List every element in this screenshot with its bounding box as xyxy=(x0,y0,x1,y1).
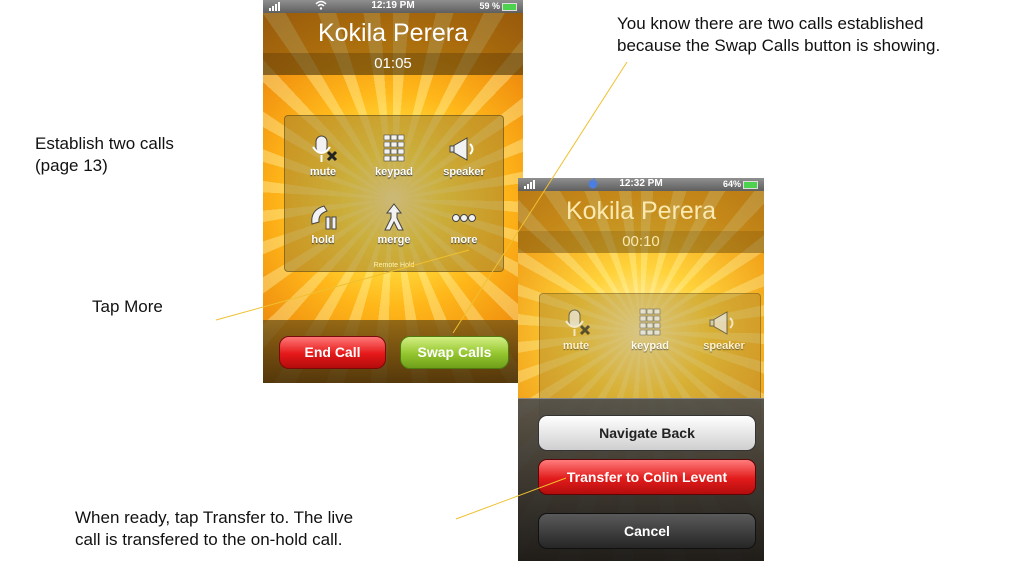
tap-more-note: Tap More xyxy=(92,296,163,318)
battery-icon xyxy=(743,180,758,189)
speaker-button[interactable]: speaker xyxy=(692,308,756,364)
status-bar: 12:32 PM 64% xyxy=(518,178,764,191)
more-button[interactable]: more xyxy=(432,202,496,258)
cancel-button[interactable]: Cancel xyxy=(538,513,756,549)
call-options-grid: mute keypad speaker hold merge more Remo… xyxy=(284,115,504,272)
keypad-icon xyxy=(377,134,411,164)
mute-button[interactable]: mute xyxy=(544,308,608,364)
merge-label: merge xyxy=(377,234,411,246)
mute-button[interactable]: mute xyxy=(291,134,355,190)
swap-note-line-2: because the Swap Calls button is showing… xyxy=(617,36,941,55)
battery-indicator: 59 % xyxy=(479,1,517,11)
transfer-note: When ready, tap Transfer to. The live ca… xyxy=(75,507,353,551)
ellipsis-icon xyxy=(447,202,481,232)
speaker-label: speaker xyxy=(703,340,745,352)
navigate-back-button[interactable]: Navigate Back xyxy=(538,415,756,451)
microphone-mute-icon xyxy=(559,308,593,338)
end-call-button[interactable]: End Call xyxy=(279,336,386,369)
call-duration: 01:05 xyxy=(263,53,523,75)
transfer-button[interactable]: Transfer to Colin Levent xyxy=(538,459,756,495)
phone-hold-icon xyxy=(306,202,340,232)
megaphone-icon xyxy=(707,308,741,338)
keypad-label: keypad xyxy=(631,340,669,352)
establish-note-line-2: (page 13) xyxy=(35,156,108,175)
establish-calls-note: Establish two calls (page 13) xyxy=(35,133,174,177)
phone-screen-in-call: 12:19 PM 59 % Kokila Perera 01:05 mute k… xyxy=(263,0,523,383)
hold-button[interactable]: hold xyxy=(291,202,355,258)
status-bar: 12:19 PM 59 % xyxy=(263,0,523,13)
transfer-note-line-1: When ready, tap Transfer to. The live xyxy=(75,508,354,527)
remote-hold-status: Remote Hold xyxy=(373,262,415,269)
keypad-button[interactable]: keypad xyxy=(362,134,426,190)
merge-arrows-icon xyxy=(377,202,411,232)
battery-icon xyxy=(502,2,517,11)
swap-calls-button[interactable]: Swap Calls xyxy=(400,336,509,369)
call-duration: 00:10 xyxy=(518,231,764,253)
mute-label: mute xyxy=(309,166,337,178)
more-label: more xyxy=(450,234,478,246)
phone-screen-transfer-sheet: 12:32 PM 64% Kokila Perera 00:10 mute ke… xyxy=(518,178,764,561)
caller-name: Kokila Perera xyxy=(263,13,523,53)
battery-percent: 64% xyxy=(722,179,741,189)
caller-name: Kokila Perera xyxy=(518,191,764,231)
swap-note-line-1: You know there are two calls established xyxy=(617,14,924,33)
speaker-button[interactable]: speaker xyxy=(432,134,496,190)
hold-label: hold xyxy=(311,234,335,246)
battery-indicator: 64% xyxy=(723,179,758,189)
establish-note-line-1: Establish two calls xyxy=(35,134,174,153)
microphone-mute-icon xyxy=(306,134,340,164)
keypad-icon xyxy=(633,308,667,338)
merge-button[interactable]: merge xyxy=(362,202,426,258)
call-action-bar: End Call Swap Calls xyxy=(263,320,523,383)
swap-calls-note: You know there are two calls established… xyxy=(617,13,940,57)
megaphone-icon xyxy=(447,134,481,164)
mute-label: mute xyxy=(562,340,590,352)
keypad-button[interactable]: keypad xyxy=(618,308,682,364)
speaker-label: speaker xyxy=(443,166,485,178)
action-sheet: Navigate Back Transfer to Colin Levent C… xyxy=(518,398,764,561)
tap-more-text: Tap More xyxy=(92,297,163,316)
battery-percent: 59 % xyxy=(479,1,500,11)
transfer-note-line-2: call is transfered to the on-hold call. xyxy=(75,530,343,549)
keypad-label: keypad xyxy=(375,166,413,178)
